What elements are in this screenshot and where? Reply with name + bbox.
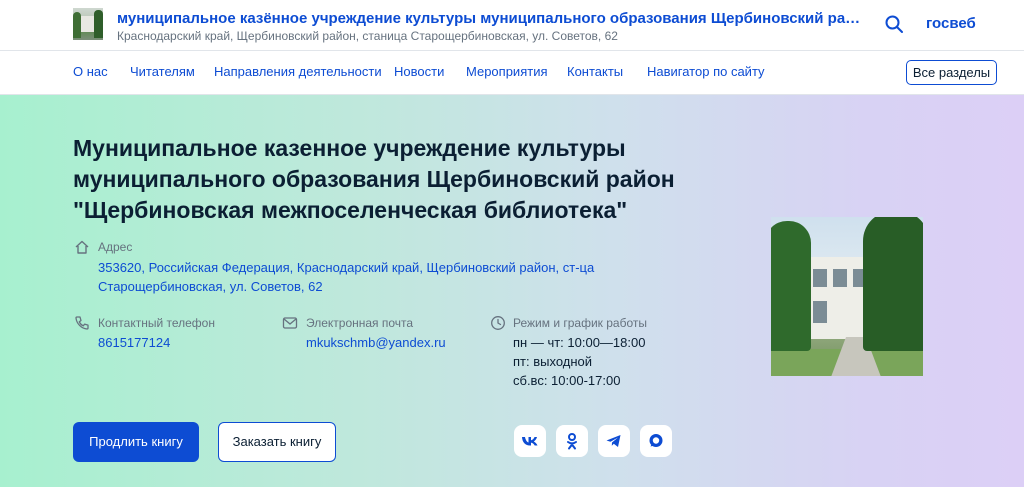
renew-book-button[interactable]: Продлить книгу [73, 422, 199, 462]
main-nav: О нас Читателям Направления деятельности… [0, 50, 1024, 95]
order-book-button[interactable]: Заказать книгу [218, 422, 336, 462]
nav-item-contacts[interactable]: Контакты [567, 64, 623, 79]
hours-weekend: сб.вс: 10:00-17:00 [513, 373, 621, 388]
email-label: Электронная почта [306, 316, 414, 330]
site-header: муниципальное казённое учреждение культу… [0, 0, 1024, 50]
gosweb-link[interactable]: госвеб [926, 15, 976, 32]
clock-icon [490, 315, 506, 331]
phone-icon [74, 315, 90, 331]
vk-icon[interactable] [514, 425, 546, 457]
address-link-line1[interactable]: 353620, Российская Федерация, Краснодарс… [98, 258, 594, 277]
address-link-line2[interactable]: Старощербиновская, ул. Советов, 62 [98, 277, 323, 296]
logo-image[interactable] [73, 8, 103, 40]
all-sections-button[interactable]: Все разделы [906, 60, 997, 85]
address-label: Адрес [98, 240, 133, 254]
nav-item-news[interactable]: Новости [394, 64, 444, 79]
email-link[interactable]: mkukschmb@yandex.ru [306, 333, 446, 352]
phone-link[interactable]: 8615177124 [98, 333, 170, 352]
page-title: Муниципальное казенное учреждение культу… [73, 135, 675, 223]
hours-friday: пт: выходной [513, 354, 593, 369]
organization-title[interactable]: муниципальное казённое учреждение культу… [117, 10, 869, 27]
phone-label: Контактный телефон [98, 316, 215, 330]
mail-icon [282, 315, 298, 331]
organization-address: Краснодарский край, Щербиновский район, … [117, 29, 618, 43]
nav-item-events[interactable]: Мероприятия [466, 64, 548, 79]
hero-section: Муниципальное казенное учреждение культу… [0, 95, 1024, 487]
library-building-photo [771, 217, 923, 376]
nav-item-activities[interactable]: Направления деятельности [214, 64, 382, 79]
max-messenger-icon[interactable] [640, 425, 672, 457]
home-icon [74, 239, 90, 255]
odnoklassniki-icon[interactable] [556, 425, 588, 457]
hours-label: Режим и график работы [513, 316, 648, 330]
nav-item-site-navigator[interactable]: Навигатор по сайту [647, 64, 765, 79]
nav-item-readers[interactable]: Читателям [130, 64, 195, 79]
search-icon[interactable] [884, 14, 904, 34]
nav-item-about[interactable]: О нас [73, 64, 108, 79]
telegram-icon[interactable] [598, 425, 630, 457]
hours-weekdays: пн — чт: 10:00—18:00 [513, 335, 646, 350]
